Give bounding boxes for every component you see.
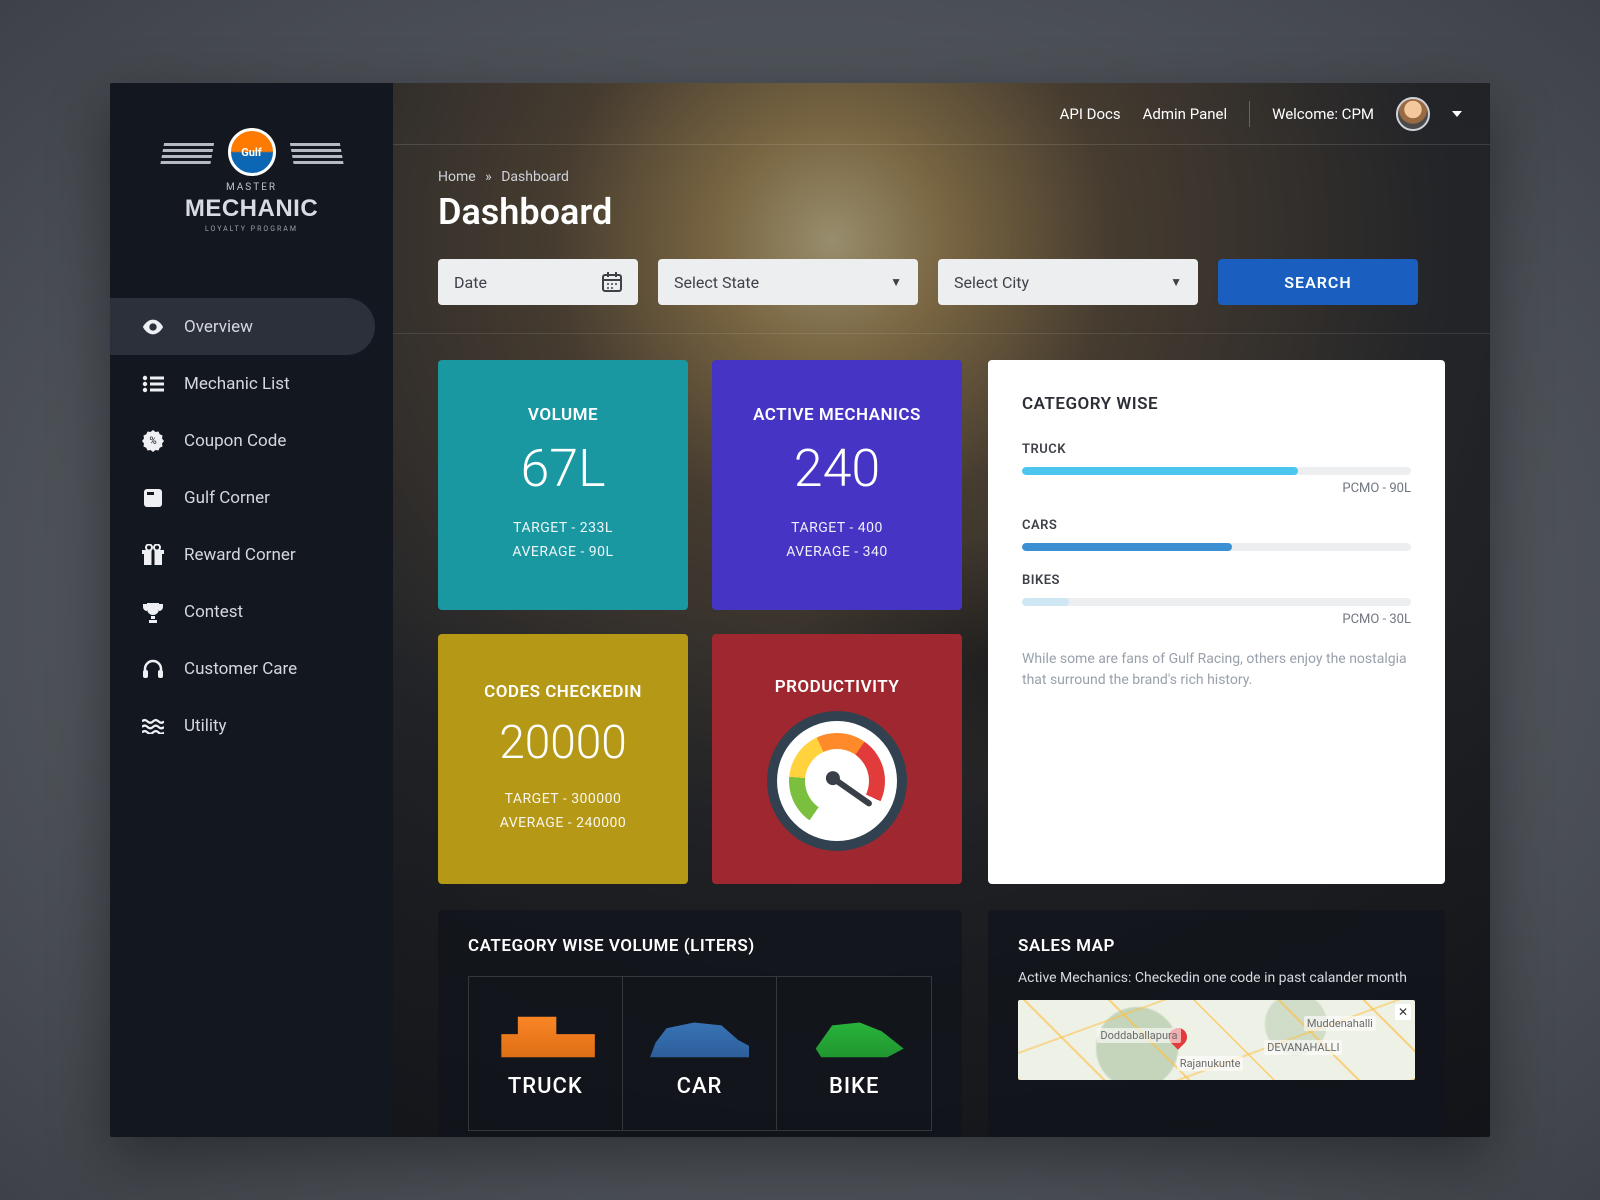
- cat-truck[interactable]: TRUCK: [468, 976, 623, 1131]
- svg-text:%: %: [149, 436, 156, 447]
- bar-row: TRUCK PCMO - 90L: [1022, 442, 1411, 496]
- bar-row: BIKES PCMO - 30L: [1022, 573, 1411, 627]
- sidebar-nav: Overview Mechanic List % Coupon Code Gul…: [110, 278, 393, 754]
- nav-label: Reward Corner: [184, 545, 296, 565]
- close-icon[interactable]: ✕: [1395, 1004, 1411, 1020]
- cat-car[interactable]: CAR: [623, 976, 778, 1131]
- kpi-tiles: VOLUME 67L TARGET - 233L AVERAGE - 90L A…: [438, 360, 962, 884]
- gauge-icon: [777, 721, 897, 841]
- nav-label: Utility: [184, 716, 227, 736]
- badge-icon: %: [142, 430, 164, 452]
- tile-codes-checkedin[interactable]: CODES CHECKEDIN 20000 TARGET - 300000 AV…: [438, 634, 688, 884]
- nav-label: Mechanic List: [184, 374, 290, 394]
- car-icon: [644, 1008, 754, 1066]
- nav-label: Coupon Code: [184, 431, 286, 451]
- breadcrumb: Home » Dashboard: [393, 145, 1490, 185]
- gift-icon: [142, 544, 164, 566]
- breadcrumb-home[interactable]: Home: [438, 169, 476, 185]
- state-select[interactable]: Select State ▼: [658, 259, 918, 305]
- tile-volume[interactable]: VOLUME 67L TARGET - 233L AVERAGE - 90L: [438, 360, 688, 610]
- sales-map-panel: SALES MAP Active Mechanics: Checkedin on…: [988, 910, 1445, 1137]
- nav-label: Overview: [184, 317, 253, 337]
- chevron-down-icon: ▼: [890, 275, 902, 289]
- nav-customer-care[interactable]: Customer Care: [110, 640, 393, 697]
- topbar: API Docs Admin Panel Welcome: CPM: [393, 83, 1490, 145]
- app-frame: Gulf MASTER MECHANIC LOYALTY PROGRAM Ove…: [110, 83, 1490, 1137]
- user-avatar[interactable]: [1396, 97, 1430, 131]
- category-wise-card: CATEGORY WISE TRUCK PCMO - 90LCARS BIKES…: [988, 360, 1445, 884]
- nav-label: Customer Care: [184, 659, 297, 679]
- trophy-icon: [142, 601, 164, 623]
- sidebar: Gulf MASTER MECHANIC LOYALTY PROGRAM Ove…: [110, 83, 393, 1137]
- eye-icon: [142, 316, 164, 338]
- tile-active-mechanics[interactable]: ACTIVE MECHANICS 240 TARGET - 400 AVERAG…: [712, 360, 962, 610]
- calendar-icon: [602, 272, 622, 292]
- book-icon: [142, 487, 164, 509]
- page-title: Dashboard: [393, 185, 1490, 233]
- bar-row: CARS: [1022, 518, 1411, 551]
- truck-icon: [490, 1008, 600, 1066]
- brand-logo: Gulf MASTER MECHANIC LOYALTY PROGRAM: [110, 83, 393, 278]
- breadcrumb-current: Dashboard: [501, 169, 569, 185]
- chevron-down-icon[interactable]: [1452, 111, 1462, 117]
- cat-bike[interactable]: BIKE: [777, 976, 932, 1131]
- admin-panel-link[interactable]: Admin Panel: [1143, 105, 1227, 123]
- welcome-text: Welcome: CPM: [1272, 105, 1374, 123]
- nav-reward-corner[interactable]: Reward Corner: [110, 526, 393, 583]
- nav-mechanic-list[interactable]: Mechanic List: [110, 355, 393, 412]
- nav-label: Gulf Corner: [184, 488, 270, 508]
- search-button[interactable]: SEARCH: [1218, 259, 1418, 305]
- category-volume-panel: CATEGORY WISE VOLUME (LITERS) TRUCK CAR: [438, 910, 962, 1137]
- chevron-down-icon: ▼: [1170, 275, 1182, 289]
- sales-map[interactable]: ✕ Doddaballapura Muddenahalli Rajanukunt…: [1018, 1000, 1415, 1080]
- nav-utility[interactable]: Utility: [110, 697, 393, 754]
- list-icon: [142, 373, 164, 395]
- gulf-badge: Gulf: [228, 128, 276, 176]
- nav-overview[interactable]: Overview: [110, 298, 375, 355]
- api-docs-link[interactable]: API Docs: [1060, 105, 1121, 123]
- main-content: API Docs Admin Panel Welcome: CPM Home »…: [393, 83, 1490, 1137]
- headset-icon: [142, 658, 164, 680]
- nav-coupon-code[interactable]: % Coupon Code: [110, 412, 393, 469]
- nav-gulf-corner[interactable]: Gulf Corner: [110, 469, 393, 526]
- city-select[interactable]: Select City ▼: [938, 259, 1198, 305]
- bike-icon: [799, 1008, 909, 1066]
- filter-bar: Date Select State ▼ Select City ▼ SEARCH: [393, 233, 1490, 334]
- nav-label: Contest: [184, 602, 243, 622]
- waves-icon: [142, 715, 164, 737]
- date-filter[interactable]: Date: [438, 259, 638, 305]
- tile-productivity[interactable]: PRODUCTIVITY: [712, 634, 962, 884]
- nav-contest[interactable]: Contest: [110, 583, 393, 640]
